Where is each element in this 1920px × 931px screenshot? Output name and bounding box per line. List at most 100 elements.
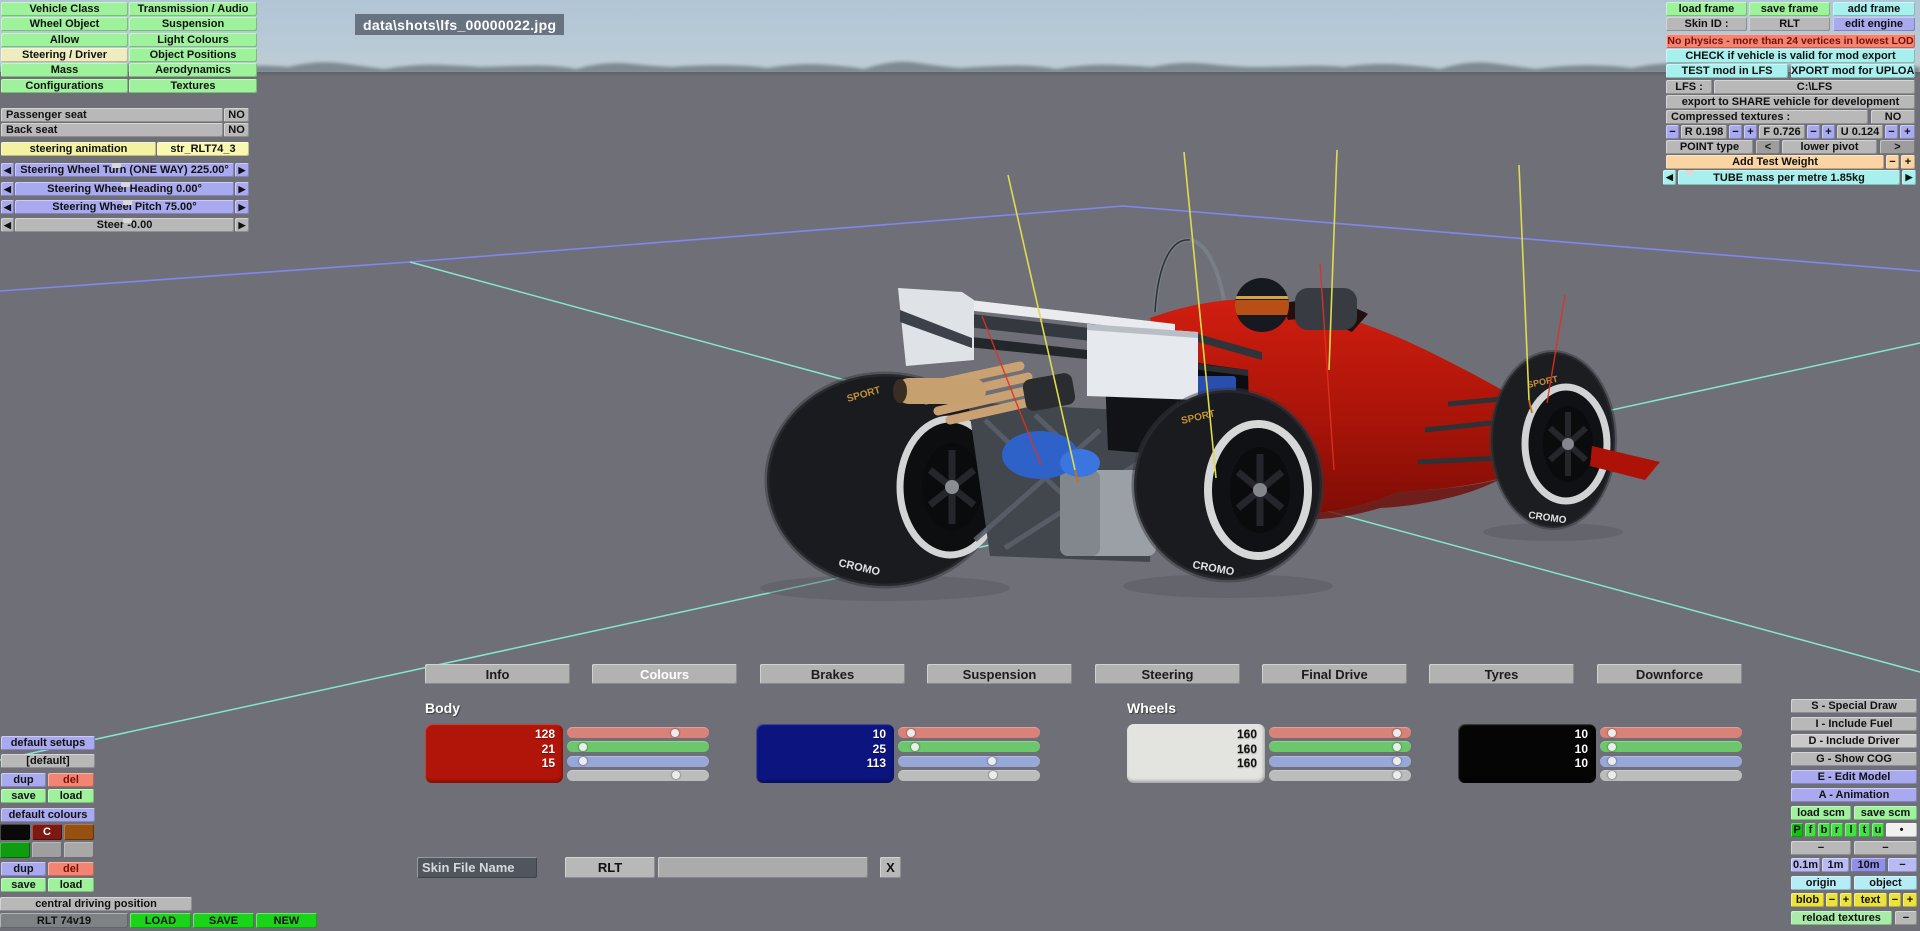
load-setup-button[interactable]: load [48, 789, 94, 803]
back-seat-value[interactable]: NO [224, 123, 249, 137]
pivot-r-value[interactable]: R 0.198 [1681, 125, 1727, 139]
colour-slider-b[interactable] [898, 755, 1040, 767]
slider-handle[interactable] [578, 757, 587, 766]
check-valid-button[interactable]: CHECK if vehicle is valid for mod export [1666, 49, 1915, 63]
slider-steering-wheel-heading[interactable]: Steering Wheel Heading 0.00° [15, 182, 234, 196]
origin-button[interactable]: origin [1791, 876, 1851, 890]
slider-handle[interactable] [910, 742, 919, 751]
tab-steering[interactable]: Steering [1095, 664, 1240, 684]
dup-setup-button[interactable]: dup [1, 773, 46, 787]
grid-size-10m[interactable]: 10m [1851, 858, 1886, 872]
slider-handle[interactable] [988, 771, 997, 780]
next-point-button[interactable]: > [1880, 140, 1915, 154]
tab-info[interactable]: Info [425, 664, 570, 684]
colour-swatch-wheels-2[interactable]: 160 160 160 [1127, 724, 1265, 783]
model-key-u[interactable]: u [1872, 823, 1884, 837]
menu-item-configurations[interactable]: Configurations [1, 78, 128, 93]
steering-animation-value[interactable]: str_RLT74_3 [157, 142, 249, 156]
colour-slider-r[interactable] [1600, 727, 1742, 738]
add-frame-button[interactable]: add frame [1833, 2, 1915, 16]
grid-size-1m[interactable]: 1m [1822, 858, 1849, 872]
arrow-right-icon[interactable]: ▶ [235, 182, 249, 196]
minus-button[interactable]: − [1888, 858, 1917, 872]
new-vehicle-button[interactable]: NEW [256, 913, 317, 928]
test-mod-button[interactable]: TEST mod in LFS [1666, 64, 1788, 78]
tab-final-drive[interactable]: Final Drive [1262, 664, 1407, 684]
colour-slider-b[interactable] [1600, 755, 1742, 767]
tube-mass-slider[interactable]: TUBE mass per metre 1.85kg [1678, 170, 1900, 185]
prev-point-button[interactable]: < [1756, 140, 1780, 154]
saved-colour-swatch[interactable] [64, 824, 94, 840]
blob-button[interactable]: blob [1791, 893, 1824, 907]
slider-handle[interactable] [1607, 771, 1616, 780]
minus-button[interactable]: − [1854, 841, 1917, 855]
plus-button[interactable]: + [1903, 893, 1917, 907]
skin-id-value[interactable]: RLT [1749, 17, 1830, 31]
arrow-left-icon[interactable]: ◀ [1, 218, 14, 232]
minus-button[interactable]: − [1807, 125, 1820, 139]
plus-button[interactable]: + [1822, 125, 1835, 139]
toggle-s-special-draw[interactable]: S - Special Draw [1791, 699, 1917, 713]
slider-handle[interactable] [1607, 742, 1616, 751]
slider-handle[interactable] [1607, 757, 1616, 766]
point-type-button[interactable]: POINT type [1666, 140, 1753, 154]
colour-swatch-body-0[interactable]: 128 21 15 [425, 724, 563, 783]
toggle-i-include-fuel[interactable]: I - Include Fuel [1791, 716, 1917, 731]
colour-slider-g[interactable] [1600, 741, 1742, 753]
arrow-right-icon[interactable]: ▶ [1902, 170, 1916, 185]
export-mod-button[interactable]: EXPORT mod for UPLOAD [1791, 64, 1915, 78]
arrow-left-icon[interactable]: ◀ [1663, 170, 1676, 185]
clear-skin-button[interactable]: X [880, 857, 901, 878]
minus-button[interactable]: − [1885, 125, 1898, 139]
menu-item-steering-driver[interactable]: Steering / Driver [1, 47, 128, 62]
colour-slider-b[interactable] [567, 755, 709, 767]
save-colour-button[interactable]: save [1, 878, 46, 892]
lower-pivot-button[interactable]: lower pivot [1782, 140, 1877, 154]
arrow-left-icon[interactable]: ◀ [1, 182, 14, 196]
model-key-t[interactable]: t [1859, 823, 1870, 837]
colour-slider-x[interactable] [567, 769, 709, 781]
text-button[interactable]: text [1854, 893, 1887, 907]
colour-slider-g[interactable] [1269, 741, 1411, 753]
slider-handle[interactable] [1392, 742, 1401, 751]
skin-file-name-input[interactable] [658, 857, 868, 878]
save-vehicle-button[interactable]: SAVE [193, 913, 254, 928]
load-vehicle-button[interactable]: LOAD [130, 913, 191, 928]
model-key-P[interactable]: P [1791, 823, 1803, 837]
slider-handle[interactable] [1392, 728, 1401, 737]
model-key-f[interactable]: f [1805, 823, 1816, 837]
del-setup-button[interactable]: del [48, 773, 94, 787]
passenger-seat-value[interactable]: NO [224, 108, 249, 122]
edit-model-button[interactable]: E - Edit Model [1791, 770, 1917, 784]
central-driving-position-button[interactable]: central driving position [0, 897, 192, 911]
colour-slider-x[interactable] [1269, 769, 1411, 781]
dup-colour-button[interactable]: dup [1, 862, 46, 876]
minus-button[interactable]: − [1895, 911, 1917, 925]
model-key-dot[interactable]: • [1886, 823, 1917, 837]
save-setup-button[interactable]: save [1, 789, 46, 803]
vehicle-name-field[interactable]: RLT 74v19 [0, 913, 128, 928]
pivot-f-value[interactable]: F 0.726 [1759, 125, 1805, 139]
menu-item-suspension[interactable]: Suspension [129, 17, 257, 32]
tab-suspension[interactable]: Suspension [927, 664, 1072, 684]
tab-colours[interactable]: Colours [592, 664, 737, 684]
menu-item-aerodynamics[interactable]: Aerodynamics [129, 63, 257, 78]
slider-handle[interactable] [987, 757, 996, 766]
load-frame-button[interactable]: load frame [1666, 2, 1747, 16]
slider-handle[interactable] [670, 728, 679, 737]
animation-button[interactable]: A - Animation [1791, 788, 1917, 802]
colour-slider-r[interactable] [567, 727, 709, 738]
minus-button[interactable]: − [1729, 125, 1742, 139]
toggle-g-show-cog[interactable]: G - Show COG [1791, 752, 1917, 767]
slider-marker[interactable] [122, 200, 132, 205]
minus-button[interactable]: − [1791, 841, 1851, 855]
saved-colour-swatch[interactable]: C [32, 824, 62, 840]
slider-steer-0-00[interactable]: Steer -0.00 [15, 218, 234, 232]
slider-handle[interactable] [1392, 757, 1401, 766]
model-key-r[interactable]: r [1831, 823, 1843, 837]
slider-handle[interactable] [671, 771, 680, 780]
current-setup-button[interactable]: [default] [1, 754, 95, 768]
menu-item-mass[interactable]: Mass [1, 63, 128, 78]
saved-colour-swatch[interactable] [0, 842, 30, 858]
minus-button[interactable]: − [1889, 893, 1901, 907]
